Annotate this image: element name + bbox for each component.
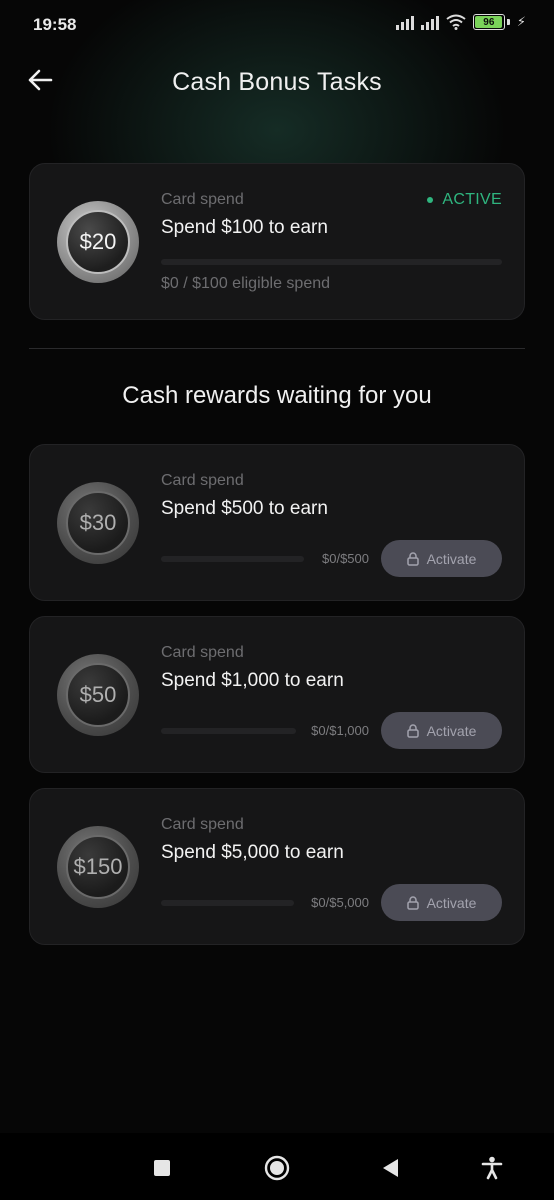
activate-label: Activate	[426, 722, 477, 739]
coin-value: $30	[79, 510, 117, 535]
battery-level: 96	[483, 16, 495, 28]
coin-face: $20	[66, 210, 130, 274]
signal-icon	[395, 14, 414, 30]
active-task-card[interactable]: $20 Card spend ACTIVE Spend $100 to earn…	[29, 163, 525, 320]
eligible-spend-text: $0 / $100 eligible spend	[161, 275, 331, 292]
progress-text: $0/$500	[322, 551, 369, 566]
activate-button[interactable]: Activate	[381, 712, 502, 749]
coin-icon: $150	[57, 826, 139, 908]
task-label: Card spend	[161, 816, 244, 833]
lock-icon	[406, 895, 419, 910]
status-icons: 96 ⚡	[395, 14, 526, 30]
lock-icon	[406, 551, 419, 566]
task-label: Card spend	[161, 472, 244, 489]
activate-button[interactable]: Activate	[381, 884, 502, 921]
battery-cap	[506, 19, 510, 25]
back-triangle-icon[interactable]	[375, 1153, 405, 1183]
lock-icon	[406, 723, 419, 738]
task-title: Spend $500 to earn	[161, 498, 328, 519]
status-bar: 19:58 96 ⚡	[0, 0, 554, 50]
activate-label: Activate	[426, 894, 477, 911]
recents-square-icon[interactable]	[147, 1153, 177, 1183]
coin-face: $150	[66, 835, 130, 899]
task-card[interactable]: $50 Card spend Spend $1,000 to earn $0/$…	[29, 616, 525, 773]
screen: 19:58 96 ⚡ Cash Bonus Tasks $20 Card spe…	[0, 0, 554, 1200]
task-title: Spend $5,000 to earn	[161, 842, 344, 863]
coin-value: $50	[79, 682, 117, 707]
coin-face: $30	[66, 491, 130, 555]
home-circle-icon[interactable]	[262, 1153, 292, 1183]
section-title: Cash rewards waiting for you	[122, 382, 432, 409]
task-card[interactable]: $30 Card spend Spend $500 to earn $0/$50…	[29, 444, 525, 601]
navigation-bar	[0, 1133, 554, 1200]
status-dot-icon	[427, 197, 434, 203]
accessibility-icon[interactable]	[477, 1153, 507, 1183]
progress-bar	[161, 728, 296, 734]
charging-bolt-icon: ⚡	[516, 14, 526, 29]
wifi-icon	[446, 14, 466, 30]
coin-value: $150	[73, 854, 123, 879]
status-badge: ACTIVE	[427, 191, 502, 209]
progress-text: $0/$1,000	[311, 723, 369, 738]
coin-face: $50	[66, 663, 130, 727]
activate-button[interactable]: Activate	[381, 540, 502, 577]
divider	[29, 348, 525, 349]
coin-icon: $20	[57, 201, 139, 283]
coin-icon: $30	[57, 482, 139, 564]
status-text: ACTIVE	[442, 191, 502, 208]
status-time: 19:58	[33, 15, 77, 34]
task-title: Spend $100 to earn	[161, 217, 328, 238]
page-title: Cash Bonus Tasks	[172, 68, 382, 96]
task-label: Card spend	[161, 644, 244, 661]
progress-bar	[161, 259, 502, 265]
coin-value: $20	[79, 229, 117, 254]
coin-icon: $50	[57, 654, 139, 736]
battery-icon: 96	[472, 14, 505, 30]
progress-bar	[161, 556, 304, 562]
activate-label: Activate	[426, 550, 477, 567]
task-title: Spend $1,000 to earn	[161, 670, 344, 691]
task-card[interactable]: $150 Card spend Spend $5,000 to earn $0/…	[29, 788, 525, 945]
progress-text: $0/$5,000	[311, 895, 369, 910]
task-label: Card spend	[161, 191, 244, 208]
signal-icon	[420, 14, 439, 30]
progress-bar	[161, 900, 294, 906]
